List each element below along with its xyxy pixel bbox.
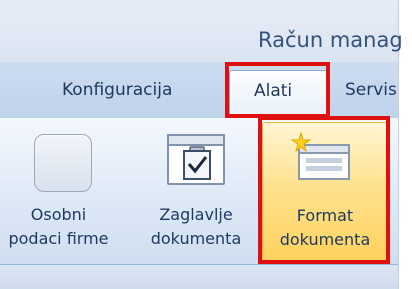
blank-button-icon: [34, 134, 92, 192]
zaglavlje-dokumenta-button[interactable]: Zaglavlje dokumenta: [134, 122, 258, 260]
format-button-highlight: [258, 116, 390, 264]
osobni-label-line2: podaci firme: [8, 229, 109, 248]
zaglavlje-label-line2: dokumenta: [150, 229, 242, 248]
osobni-podaci-firme-button[interactable]: Osobni podaci firme: [0, 122, 121, 260]
ribbon-tab-strip: [0, 62, 398, 119]
window-title: Račun manag: [258, 28, 403, 52]
clipboard-check-icon: [167, 134, 225, 185]
tab-konfiguracija[interactable]: Konfiguracija: [62, 80, 172, 100]
zaglavlje-label-line1: Zaglavlje: [159, 205, 233, 224]
ribbon-bottom-strip: [0, 265, 398, 289]
osobni-label-line1: Osobni: [30, 205, 87, 224]
alati-tab-highlight: [225, 62, 330, 118]
tab-servis[interactable]: Servis: [345, 80, 397, 100]
